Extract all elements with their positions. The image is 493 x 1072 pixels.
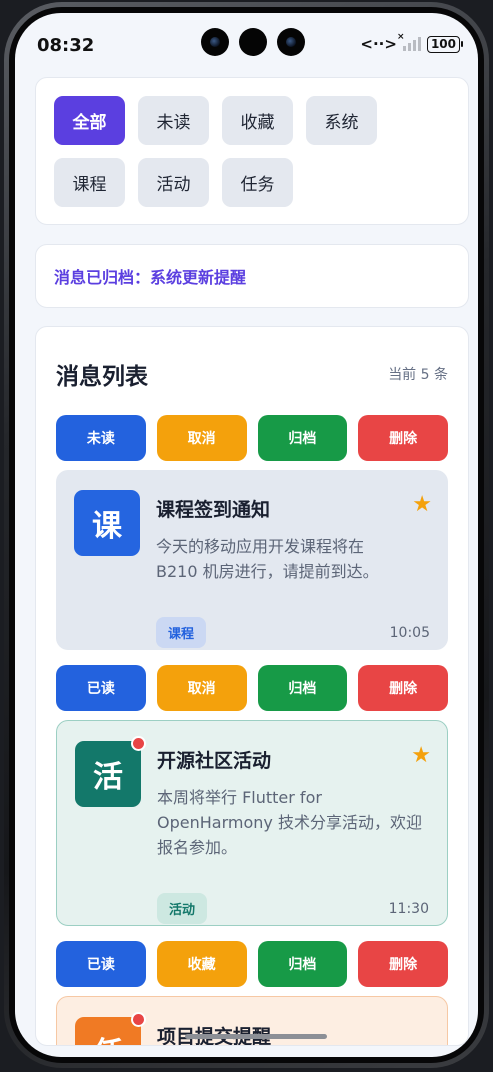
message-avatar: 课 — [74, 490, 140, 556]
signal-icon: × — [397, 32, 421, 51]
message-title: 开源社区活动 — [157, 750, 272, 772]
favorite-button[interactable]: 收藏 — [156, 941, 247, 987]
message-body: 开源社区活动 ★ 本周将举行 Flutter for OpenHarmony 技… — [157, 741, 431, 925]
message-body: 课程签到通知 ★ 今天的移动应用开发课程将在 B210 机房进行，请提前到达。 … — [156, 490, 432, 650]
archive-button[interactable]: 归档 — [257, 941, 348, 987]
mark-read-button[interactable]: 已读 — [56, 941, 146, 987]
message-time: 10:05 — [389, 624, 430, 641]
archive-notice-text: 消息已归档：系统更新提醒 — [54, 268, 247, 287]
filter-chip-all[interactable]: 全部 — [54, 96, 125, 145]
camera-cutout — [201, 28, 305, 56]
message-item[interactable]: 活 开源社区活动 ★ 本周将举行 Flutter for OpenHarmony… — [56, 720, 448, 926]
archive-button[interactable]: 归档 — [257, 415, 348, 461]
message-tag: 课程 — [156, 617, 207, 648]
unread-dot — [131, 1012, 146, 1027]
message-actions: 已读 取消 归档 删除 — [56, 665, 448, 711]
unfavorite-button[interactable]: 取消 — [156, 665, 247, 711]
archive-notice: 消息已归档：系统更新提醒 — [35, 244, 469, 308]
message-text: 今天的移动应用开发课程将在 B210 机房进行，请提前到达。 — [156, 537, 379, 581]
unfavorite-button[interactable]: 取消 — [156, 415, 247, 461]
screen: 08:32 <··> × 100 全部 未读 收藏 系统 课程 活动 任务 消息… — [15, 13, 478, 1057]
filter-chip-unread[interactable]: 未读 — [138, 96, 209, 145]
message-footer: 课程 10:05 — [156, 617, 430, 648]
mark-read-button[interactable]: 已读 — [56, 665, 146, 711]
unread-dot — [131, 736, 146, 751]
message-actions: 已读 收藏 归档 删除 — [56, 941, 448, 987]
mark-unread-button[interactable]: 未读 — [56, 415, 146, 461]
message-footer: 活动 11:30 — [157, 893, 429, 924]
filter-chip-task[interactable]: 任务 — [222, 158, 293, 207]
message-avatar-char: 活 — [93, 760, 123, 795]
status-bar: 08:32 <··> × 100 — [15, 13, 478, 73]
message-actions: 未读 取消 归档 删除 — [56, 415, 448, 461]
message-avatar-char: 任 — [93, 1028, 123, 1045]
filter-chip-activity[interactable]: 活动 — [138, 158, 209, 207]
home-indicator[interactable] — [185, 1034, 327, 1039]
camera-sensor-icon — [239, 28, 267, 56]
network-transfer-icon: <··> — [360, 35, 397, 53]
message-title: 课程签到通知 — [156, 499, 271, 521]
message-tag: 活动 — [157, 893, 208, 924]
camera-lens-icon — [277, 28, 305, 56]
message-time: 11:30 — [388, 900, 429, 917]
status-time: 08:32 — [37, 35, 95, 56]
delete-button[interactable]: 删除 — [358, 941, 448, 987]
list-header: 消息列表 当前 5 条 — [56, 327, 448, 415]
message-list-card: 消息列表 当前 5 条 未读 取消 归档 删除 课 课程签到通知 ★ 今天的移动… — [35, 326, 469, 1046]
filter-chip-system[interactable]: 系统 — [306, 96, 377, 145]
message-avatar: 活 — [75, 736, 146, 807]
filter-chip-favorites[interactable]: 收藏 — [222, 96, 293, 145]
message-text: 本周将举行 Flutter for OpenHarmony 技术分享活动，欢迎报… — [157, 788, 422, 857]
phone-bezel: 08:32 <··> × 100 全部 未读 收藏 系统 课程 活动 任务 消息… — [9, 7, 484, 1063]
phone-frame: 08:32 <··> × 100 全部 未读 收藏 系统 课程 活动 任务 消息… — [4, 2, 489, 1068]
filter-row: 课程 活动 任务 — [54, 158, 450, 207]
star-icon[interactable]: ★ — [412, 492, 432, 517]
camera-lens-icon — [201, 28, 229, 56]
archive-button[interactable]: 归档 — [257, 665, 348, 711]
message-avatar: 任 — [75, 1012, 146, 1045]
filter-chip-course[interactable]: 课程 — [54, 158, 125, 207]
status-icons: <··> × 100 — [360, 32, 464, 53]
main-content: 全部 未读 收藏 系统 课程 活动 任务 消息已归档：系统更新提醒 消息列表 当… — [35, 77, 469, 1046]
list-count: 当前 5 条 — [388, 367, 448, 383]
list-title: 消息列表 — [56, 364, 148, 390]
message-item[interactable]: 课 课程签到通知 ★ 今天的移动应用开发课程将在 B210 机房进行，请提前到达… — [56, 470, 448, 650]
message-body: 项目提交提醒 — [157, 1017, 429, 1045]
star-icon[interactable]: ★ — [411, 743, 431, 768]
filter-row: 全部 未读 收藏 系统 — [54, 96, 450, 145]
delete-button[interactable]: 删除 — [358, 665, 448, 711]
battery-icon: 100 — [426, 35, 464, 53]
filter-card: 全部 未读 收藏 系统 课程 活动 任务 — [35, 77, 469, 225]
delete-button[interactable]: 删除 — [358, 415, 448, 461]
